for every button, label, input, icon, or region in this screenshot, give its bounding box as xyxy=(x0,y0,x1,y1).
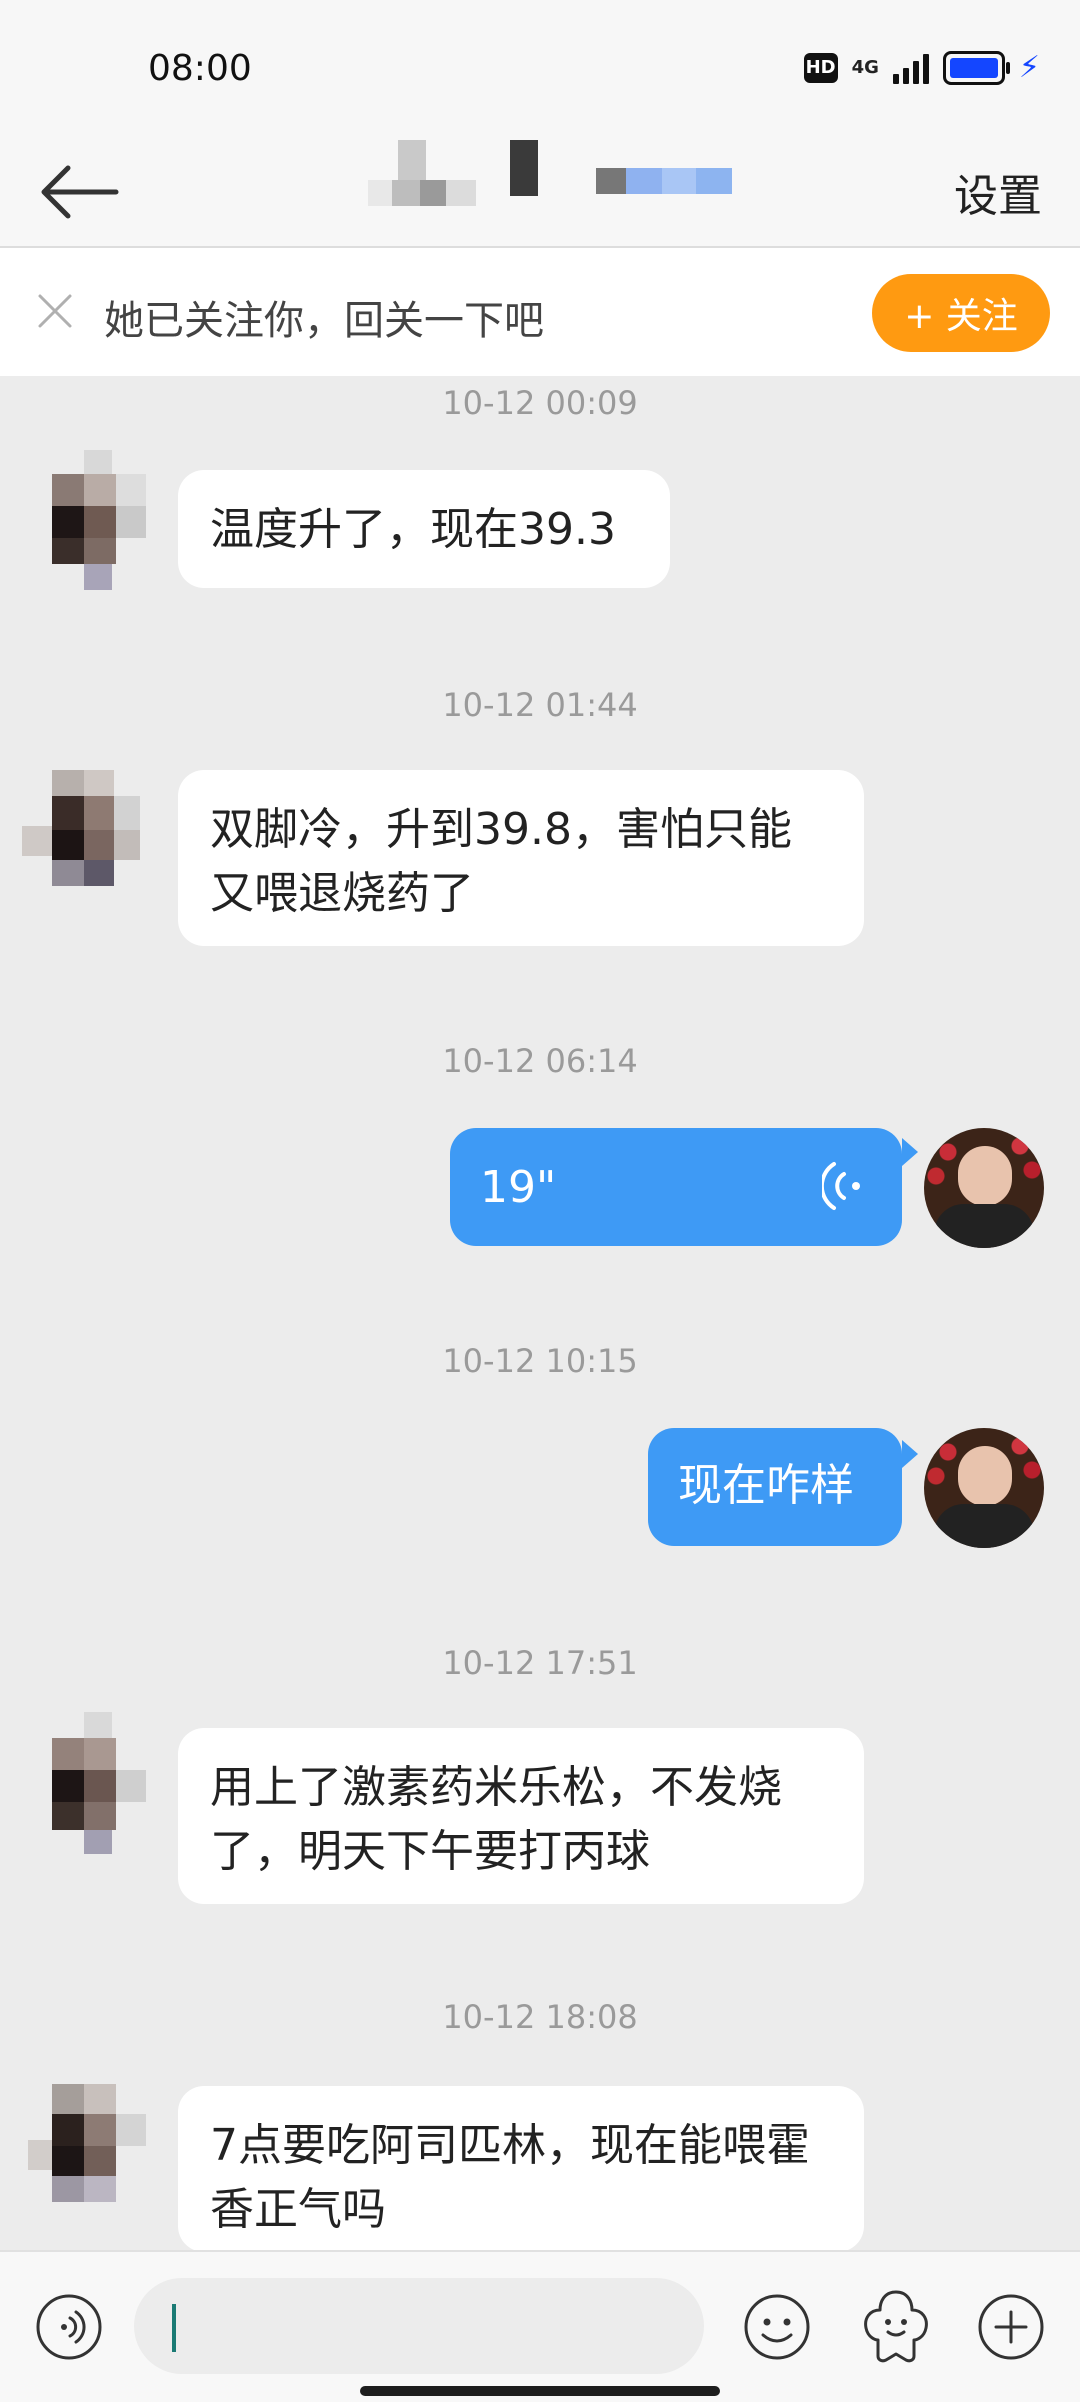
timestamp: 10-12 17:51 xyxy=(442,1644,638,1682)
timestamp: 10-12 18:08 xyxy=(442,1998,638,2036)
hd-badge: HD xyxy=(803,52,838,83)
contact-avatar[interactable] xyxy=(28,2084,148,2224)
message-bubble[interactable]: 现在咋样 xyxy=(648,1428,902,1546)
settings-button[interactable]: 设置 xyxy=(954,160,1042,224)
input-bar xyxy=(0,2250,1080,2402)
message-input[interactable] xyxy=(134,2278,704,2374)
add-icon[interactable] xyxy=(976,2292,1046,2362)
voice-message-bubble[interactable]: 19" xyxy=(450,1128,902,1246)
my-avatar[interactable] xyxy=(924,1128,1044,1248)
voice-duration: 19" xyxy=(480,1162,557,1213)
timestamp: 10-12 01:44 xyxy=(442,686,638,724)
timestamp: 10-12 10:15 xyxy=(442,1342,638,1380)
follow-button[interactable]: + 关注 xyxy=(872,274,1050,352)
contact-avatar[interactable] xyxy=(28,450,148,590)
follow-banner: 她已关注你，回关一下吧 + 关注 xyxy=(0,248,1080,376)
home-indicator[interactable] xyxy=(360,2386,720,2396)
emoji-icon[interactable] xyxy=(742,2292,812,2362)
sticker-icon[interactable] xyxy=(858,2286,934,2366)
charging-icon: ⚡ xyxy=(1018,50,1040,85)
voice-input-icon[interactable] xyxy=(34,2292,104,2362)
voice-wave-icon xyxy=(822,1162,860,1210)
battery-icon xyxy=(942,50,1010,85)
contact-name-redacted xyxy=(368,140,738,246)
clock: 08:00 xyxy=(148,48,252,89)
text-caret xyxy=(172,2304,176,2352)
contact-avatar[interactable] xyxy=(22,770,142,910)
follow-prompt: 她已关注你，回关一下吧 xyxy=(104,298,544,344)
bubble-tail xyxy=(902,1138,918,1166)
timestamp: 10-12 00:09 xyxy=(442,384,638,422)
back-arrow-icon[interactable] xyxy=(38,160,122,224)
close-icon[interactable] xyxy=(34,290,76,332)
my-avatar[interactable] xyxy=(924,1428,1044,1548)
chat-header: 设置 xyxy=(0,140,1080,248)
status-icons: HD 4G ⚡ xyxy=(803,50,1040,85)
message-bubble[interactable]: 7点要吃阿司匹林，现在能喂霍香正气吗 xyxy=(178,2086,864,2252)
signal-icon xyxy=(892,52,929,84)
bubble-tail xyxy=(902,1440,918,1468)
status-bar: 08:00 HD 4G ⚡ xyxy=(0,0,1080,140)
network-label: 4G xyxy=(851,57,879,78)
message-bubble[interactable]: 双脚冷，升到39.8，害怕只能又喂退烧药了 xyxy=(178,770,864,946)
message-bubble[interactable]: 用上了激素药米乐松，不发烧了，明天下午要打丙球 xyxy=(178,1728,864,1904)
timestamp: 10-12 06:14 xyxy=(442,1042,638,1080)
message-bubble[interactable]: 温度升了，现在39.3 xyxy=(178,470,670,588)
contact-avatar[interactable] xyxy=(28,1712,148,1854)
